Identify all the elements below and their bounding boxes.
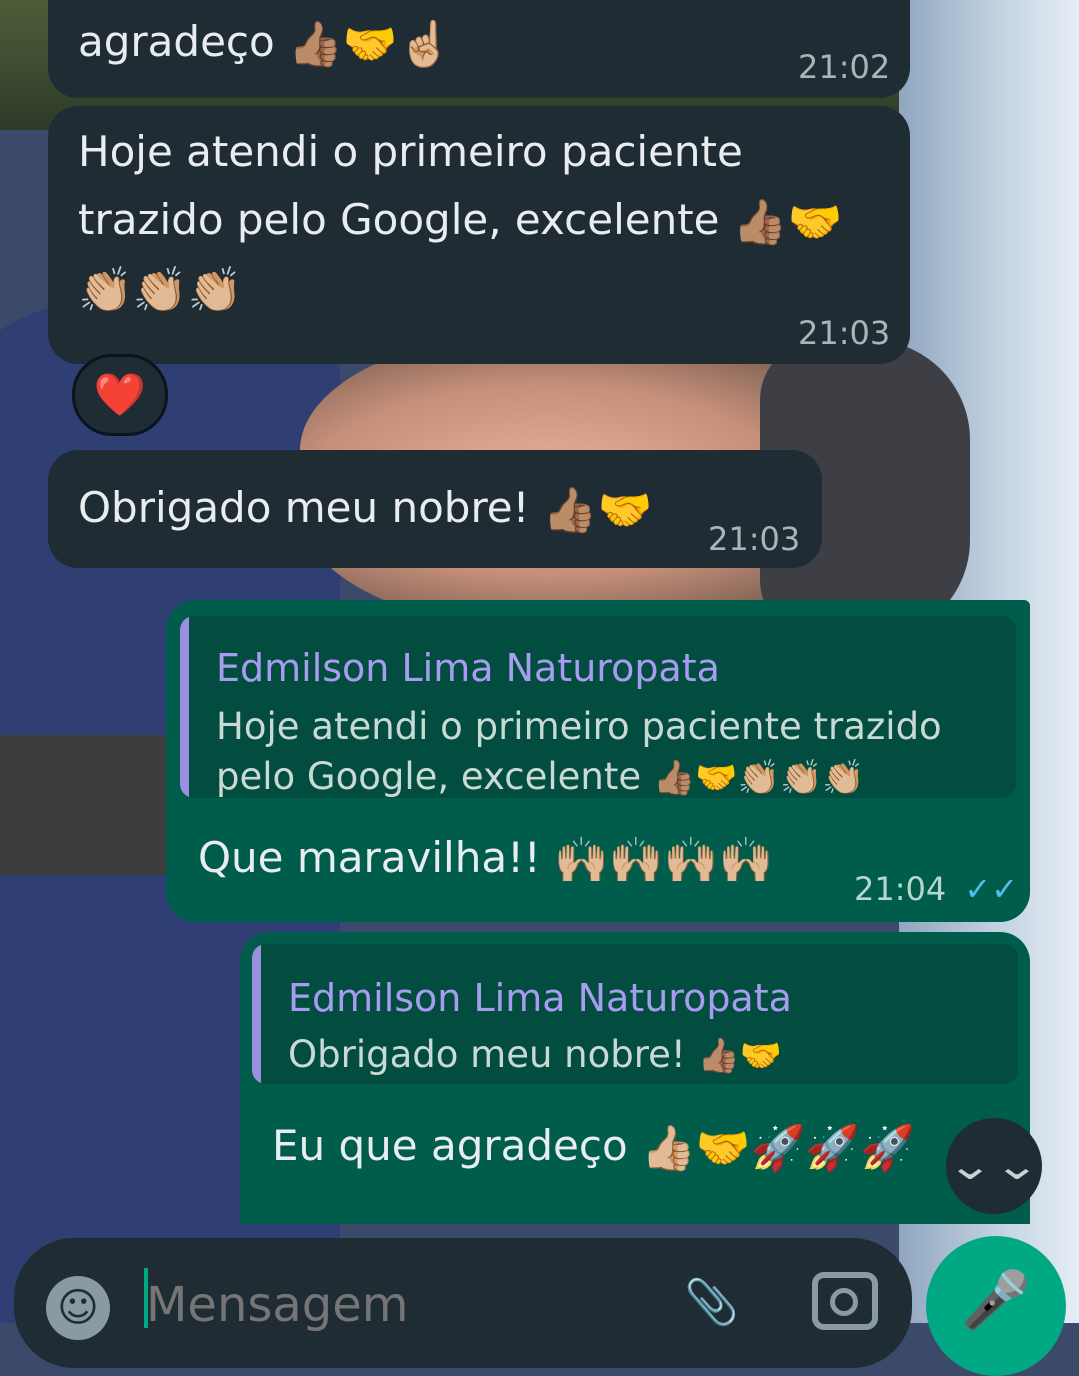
message-text: Que maravilha!! bbox=[198, 833, 541, 882]
attach-button[interactable]: 📎 bbox=[684, 1276, 739, 1328]
quote-text: Obrigado meu nobre! 👍🏽🤝 bbox=[288, 1030, 782, 1081]
read-receipt-icon: ✓✓ bbox=[964, 870, 1019, 908]
heart-reaction-icon[interactable]: ❤️ bbox=[72, 354, 168, 436]
quote-text-line: Obrigado meu nobre! bbox=[288, 1033, 686, 1076]
message-text: agradeço bbox=[78, 17, 275, 66]
quoted-message[interactable]: Edmilson Lima Naturopata Obrigado meu no… bbox=[252, 944, 1018, 1084]
incoming-message[interactable]: Obrigado meu nobre! 👍🏽🤝 21:03 bbox=[48, 450, 822, 568]
quoted-message[interactable]: Edmilson Lima Naturopata Hoje atendi o p… bbox=[180, 616, 1016, 798]
quote-emoji: 👍🏽🤝👏🏼👏🏼👏🏼 bbox=[652, 758, 865, 798]
quote-text-line: pelo Google, excelente bbox=[216, 755, 642, 798]
message-time: 21:03 bbox=[708, 520, 801, 558]
mic-button[interactable]: 🎤 bbox=[926, 1236, 1066, 1376]
incoming-message[interactable]: Hoje atendi o primeiro paciente trazido … bbox=[48, 106, 910, 364]
scroll-to-bottom-button[interactable]: ⌄⌄ bbox=[946, 1118, 1042, 1214]
message-emoji: 👍🏽🤝 bbox=[732, 196, 843, 248]
message-input[interactable] bbox=[146, 1270, 666, 1340]
message-time: 21:03 bbox=[798, 314, 891, 352]
quote-author: Edmilson Lima Naturopata bbox=[288, 976, 792, 1020]
message-text-line: trazido pelo Google, excelente bbox=[78, 195, 720, 244]
message-text-line: Hoje atendi o primeiro paciente bbox=[78, 127, 743, 176]
message-emoji: 👍🏽🤝☝🏼 bbox=[288, 18, 453, 70]
quote-bar bbox=[252, 944, 261, 1084]
incoming-message[interactable]: agradeço 👍🏽🤝☝🏼 21:02 bbox=[48, 0, 910, 98]
message-emoji: 🙌🏼🙌🏼🙌🏼🙌🏼 bbox=[554, 834, 774, 886]
message-time: 21:04 bbox=[854, 870, 947, 908]
quote-text-line: Hoje atendi o primeiro paciente trazido bbox=[216, 705, 942, 748]
emoji-button[interactable]: ☺ bbox=[46, 1276, 110, 1340]
message-meta: 21:04 ✓✓ bbox=[854, 870, 1018, 908]
message-emoji: 👍🏽🤝 bbox=[542, 484, 653, 536]
message-text: Eu que agradeço bbox=[272, 1121, 628, 1170]
message-text: Obrigado meu nobre! bbox=[78, 483, 530, 532]
quote-bar bbox=[180, 616, 189, 798]
quote-text: Hoje atendi o primeiro paciente trazido … bbox=[216, 702, 942, 798]
outgoing-message[interactable]: Edmilson Lima Naturopata Obrigado meu no… bbox=[240, 932, 1030, 1224]
message-emoji: 👍🏼🤝🚀🚀🚀 bbox=[641, 1122, 915, 1174]
message-time: 21:02 bbox=[798, 48, 891, 86]
camera-button[interactable] bbox=[812, 1272, 878, 1330]
double-chevron-down-icon: ⌄⌄ bbox=[947, 1143, 1041, 1189]
message-emoji: 👏🏼👏🏼👏🏼 bbox=[78, 264, 243, 316]
quote-author: Edmilson Lima Naturopata bbox=[216, 646, 720, 690]
outgoing-message[interactable]: Edmilson Lima Naturopata Hoje atendi o p… bbox=[166, 600, 1030, 922]
quote-emoji: 👍🏽🤝 bbox=[697, 1036, 783, 1076]
